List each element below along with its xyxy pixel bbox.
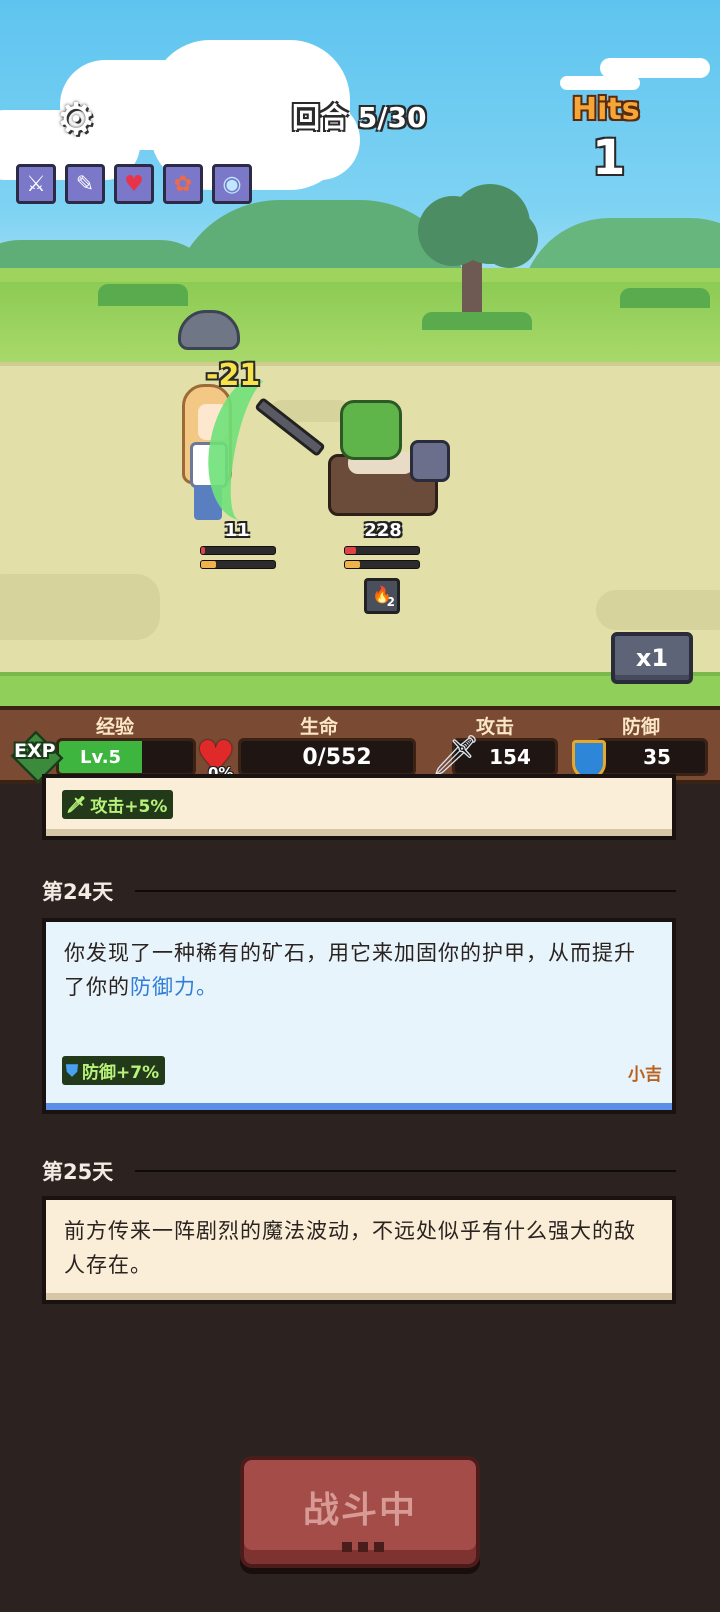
- log-card-day24: 你发现了一种稀有的矿石，用它来加固你的护甲，从而提升了你的防御力。 ⛊ 防御+7…: [42, 918, 676, 1114]
- enemy-hp-bar: [344, 546, 420, 555]
- fortune-label: 小吉: [628, 1065, 662, 1085]
- burn-status-badge[interactable]: 🔥 2: [364, 578, 400, 614]
- path-patch: [0, 574, 160, 640]
- day-label: 第24天: [42, 880, 114, 904]
- exp-fill: Lv.5: [59, 741, 143, 773]
- fight-button-label: 战斗中: [302, 1490, 417, 1531]
- divider: [135, 1170, 676, 1172]
- bush: [422, 312, 532, 330]
- enemy-energy-bar: [344, 560, 420, 569]
- defense-bonus-text: 防御+7%: [82, 1063, 160, 1083]
- life-value: 0/552: [302, 744, 372, 770]
- defense-label: 防御: [622, 716, 661, 738]
- buff-list: ⚔ ✎ ♥ ✿ ◉: [16, 164, 252, 204]
- settings-gear-icon[interactable]: ⚙: [54, 98, 98, 142]
- hero-hp-fill: [201, 547, 205, 554]
- exp-badge: EXP: [14, 740, 56, 762]
- attack-bonus-text: 攻击+5%: [90, 797, 168, 817]
- battle-scene: ⚙ 回合 5/30 Hits 1 ⚔ ✎ ♥ ✿ ◉ -21 11 228 🔥 …: [0, 0, 720, 706]
- hero-hp-bar: [200, 546, 276, 555]
- event-text: 前方传来一阵剧烈的魔法波动，不远处似乎有什么强大的敌人存在。: [64, 1219, 636, 1277]
- player-stats-bar: 经验 Lv.5 EXP 生命 0/552 ♥ 0% 攻击 154 🗡 防御 35: [0, 706, 720, 784]
- round-counter: 回合 5/30: [292, 101, 427, 134]
- loading-dots: [342, 1542, 384, 1552]
- sword-icon: 🗡: [430, 733, 481, 779]
- hits-count: 1: [592, 130, 626, 186]
- level-text: Lv.5: [79, 746, 122, 768]
- attack-label: 攻击: [476, 716, 515, 738]
- log-card-previous: 🗡 攻击+5%: [42, 774, 676, 840]
- hits-label: Hits: [572, 92, 640, 127]
- fight-button[interactable]: 战斗中: [240, 1456, 480, 1568]
- bush: [98, 284, 188, 306]
- event-text-highlight: 防御力。: [130, 975, 218, 999]
- mushroom-buff-icon[interactable]: ✿: [163, 164, 203, 204]
- exp-bar: Lv.5: [56, 738, 196, 776]
- attack-bonus-tag: 🗡 攻击+5%: [62, 790, 174, 819]
- fire-icon: 🔥: [372, 585, 392, 604]
- bush: [620, 288, 710, 308]
- day-header: 第24天: [42, 876, 676, 906]
- enemy-hp-value: 228: [364, 520, 402, 541]
- speed-toggle-button[interactable]: x1: [611, 632, 693, 684]
- damage-popup: -21: [206, 358, 261, 393]
- day-header: 第25天: [42, 1156, 676, 1186]
- attack-value: 154: [489, 745, 531, 769]
- crystal-buff-icon[interactable]: ◉: [212, 164, 252, 204]
- enemy-energy-fill: [345, 561, 360, 568]
- life-box: 0/552: [238, 738, 416, 776]
- heart-buff-icon[interactable]: ♥: [114, 164, 154, 204]
- wand-buff-icon[interactable]: ✎: [65, 164, 105, 204]
- defense-bonus-tag: ⛊ 防御+7%: [62, 1056, 166, 1085]
- sword-icon: 🗡: [66, 795, 87, 814]
- log-card-day25: 前方传来一阵剧烈的魔法波动，不远处似乎有什么强大的敌人存在。: [42, 1196, 676, 1304]
- enemy-hp-fill: [345, 547, 357, 554]
- sword-buff-icon[interactable]: ⚔: [16, 164, 56, 204]
- cloud: [560, 76, 640, 90]
- exp-label: 经验: [96, 716, 135, 738]
- event-text: 你发现了一种稀有的矿石，用它来加固你的护甲，从而提升了你的防御力。: [46, 922, 672, 1004]
- orc-shoulder-armor: [410, 440, 450, 482]
- shield-icon: ⛊: [66, 1060, 79, 1080]
- cloud: [600, 58, 710, 78]
- defense-box: 35: [596, 738, 708, 776]
- hero-energy-bar: [200, 560, 276, 569]
- orc-head: [340, 400, 402, 460]
- path-patch: [596, 590, 720, 630]
- divider: [135, 890, 676, 892]
- life-label: 生命: [300, 716, 339, 738]
- day-label: 第25天: [42, 1160, 114, 1184]
- hero-hp-value: 11: [224, 520, 250, 541]
- hero-energy-fill: [201, 561, 216, 568]
- defense-value: 35: [643, 745, 671, 769]
- tree-foliage: [480, 210, 538, 268]
